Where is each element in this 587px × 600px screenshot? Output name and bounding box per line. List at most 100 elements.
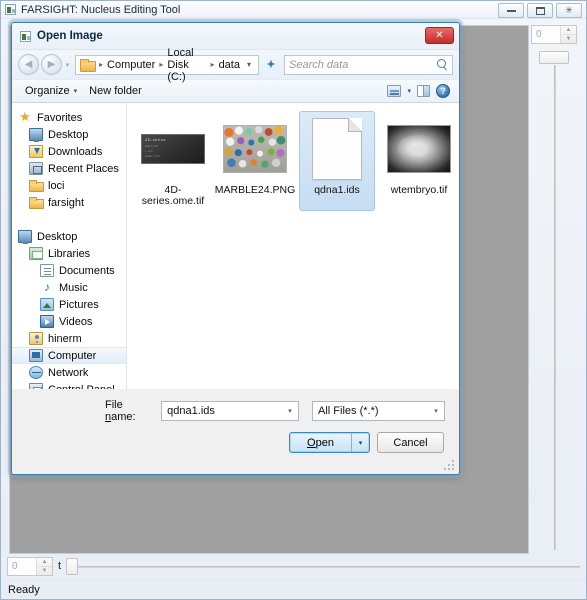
file-type-filter-value: All Files (*.*)	[318, 405, 379, 417]
dialog-icon	[20, 30, 31, 42]
monitor-icon	[18, 230, 32, 244]
file-name-label: MARBLE24.PNG	[214, 184, 296, 196]
search-box[interactable]: Search data	[284, 54, 453, 75]
z-slider-handle[interactable]	[539, 51, 569, 64]
breadcrumb-separator: ▸	[159, 60, 164, 69]
thumbnail-text-line3: + sqrt	[145, 148, 153, 153]
breadcrumb-item-local-disk[interactable]: Local Disk (C:)	[165, 47, 208, 83]
close-button[interactable]: ✳	[556, 3, 582, 18]
dark-series-thumbnail: 4D-series 100 x 187 + sqrt scale = 1/2	[141, 133, 205, 164]
sidebar-item-libraries[interactable]: Libraries	[12, 245, 126, 262]
sidebar-item-loci[interactable]: loci	[12, 177, 126, 194]
file-item-wtembryo[interactable]: wtembryo.tif	[381, 111, 457, 211]
sidebar-item-label: Favorites	[37, 111, 83, 124]
sidebar-item-music[interactable]: ♪ Music	[12, 279, 126, 296]
time-slider[interactable]	[66, 556, 580, 576]
sidebar-item-documents[interactable]: Documents	[12, 262, 126, 279]
filename-input[interactable]: qdna1.ids ▾	[161, 401, 300, 421]
document-icon	[40, 264, 54, 277]
library-icon	[29, 247, 43, 260]
time-spin-down-icon[interactable]: ▼	[37, 567, 52, 575]
time-spinbox-value: 0	[8, 557, 37, 575]
sidebar-item-desktop[interactable]: Desktop	[12, 126, 126, 143]
chevron-down-icon: ▾	[358, 439, 363, 447]
sidebar-item-label: hinerm	[48, 332, 82, 345]
sidebar-item-label: Recent Places	[48, 162, 119, 175]
grayscale-embryo-thumbnail	[387, 124, 451, 173]
sidebar-item-pictures[interactable]: Pictures	[12, 296, 126, 313]
sidebar-item-downloads[interactable]: Downloads	[12, 143, 126, 160]
navigation-sidebar[interactable]: ★ Favorites Desktop Downloads Recent Pla…	[12, 103, 127, 389]
cancel-label: Cancel	[393, 436, 428, 449]
cancel-button[interactable]: Cancel	[377, 432, 444, 453]
dialog-close-button[interactable]: ✕	[425, 27, 454, 44]
sidebar-item-favorites[interactable]: ★ Favorites	[12, 109, 126, 126]
breadcrumb-item-data[interactable]: data	[217, 59, 242, 71]
time-spinbox[interactable]: 0 ▲ ▼	[7, 556, 53, 576]
refresh-button[interactable]: ✦	[260, 55, 282, 75]
back-button[interactable]: ◀	[18, 54, 39, 75]
file-name-label: wtembryo.tif	[390, 184, 448, 196]
view-mode-chevron-down-icon[interactable]: ▾	[407, 87, 411, 95]
sidebar-item-farsight[interactable]: farsight	[12, 194, 126, 211]
sidebar-item-network[interactable]: Network	[12, 364, 126, 381]
file-thumbnail	[305, 116, 370, 181]
minimize-button[interactable]	[498, 3, 524, 18]
file-item-qdna1[interactable]: qdna1.ids	[299, 111, 375, 211]
folder-icon	[80, 58, 96, 72]
view-mode-icon[interactable]	[387, 85, 402, 97]
z-spinbox[interactable]: 0 ▲ ▼	[531, 25, 577, 44]
time-spin-up-icon[interactable]: ▲	[37, 558, 52, 567]
file-item-4d-series[interactable]: 4D-series 100 x 187 + sqrt scale = 1/2 4…	[135, 111, 211, 211]
help-icon[interactable]: ?	[436, 84, 450, 98]
sidebar-item-recent-places[interactable]: Recent Places	[12, 160, 126, 177]
file-list[interactable]: 4D-series 100 x 187 + sqrt scale = 1/2 4…	[127, 103, 459, 389]
file-thumbnail: 4D-series 100 x 187 + sqrt scale = 1/2	[141, 116, 206, 181]
application-titlebar: FARSIGHT: Nucleus Editing Tool ✳	[1, 1, 586, 19]
open-dropdown-button[interactable]: ▾	[351, 433, 369, 452]
z-spinbox-arrows[interactable]: ▲ ▼	[561, 26, 576, 43]
new-folder-button[interactable]: New folder	[83, 85, 148, 97]
forward-arrow-icon: ▶	[47, 58, 56, 70]
address-dropdown-icon[interactable]: ▾	[242, 60, 256, 69]
address-bar[interactable]: ▸ Computer ▸ Local Disk (C:) ▸ data ▾	[75, 47, 259, 83]
preview-pane-icon[interactable]	[417, 85, 430, 97]
sidebar-item-videos[interactable]: Videos	[12, 313, 126, 330]
z-slider[interactable]	[535, 51, 575, 550]
maximize-icon	[535, 6, 545, 15]
open-button[interactable]: Open	[290, 433, 351, 452]
sidebar-item-control-panel[interactable]: Control Panel	[12, 381, 126, 389]
toolbar-right-group: ▾ ?	[387, 84, 452, 98]
filename-label-post: ame:	[111, 411, 136, 423]
recent-pages-button[interactable]: ▾	[62, 61, 73, 69]
time-controls: 0 ▲ ▼ t	[7, 555, 580, 577]
sidebar-item-computer[interactable]: Computer	[12, 347, 126, 364]
close-icon: ✕	[435, 30, 444, 41]
time-spinbox-arrows[interactable]: ▲ ▼	[37, 557, 52, 575]
status-bar: Ready	[1, 579, 586, 599]
sidebar-item-desktop-root[interactable]: Desktop	[12, 228, 126, 245]
thumbnail-text-title: 4D-series	[145, 136, 166, 142]
search-input[interactable]: Search data	[289, 59, 437, 71]
network-icon	[29, 366, 43, 379]
maximize-button[interactable]	[527, 3, 553, 18]
forward-button[interactable]: ▶	[41, 54, 62, 75]
sidebar-item-hinerm[interactable]: hinerm	[12, 330, 126, 347]
z-spin-down-icon[interactable]: ▼	[561, 35, 576, 43]
z-spin-up-icon[interactable]: ▲	[561, 26, 576, 35]
chevron-down-icon[interactable]: ▾	[282, 407, 298, 415]
time-slider-track	[66, 566, 580, 568]
file-item-marble24[interactable]: MARBLE24.PNG	[214, 111, 296, 211]
sidebar-item-label: Desktop	[37, 230, 78, 243]
chevron-down-icon[interactable]: ▾	[428, 407, 444, 415]
open-split-button[interactable]: Open ▾	[289, 432, 370, 453]
resize-grip-icon[interactable]	[444, 460, 456, 472]
time-label: t	[58, 560, 62, 572]
folder-icon	[29, 179, 44, 192]
time-slider-handle[interactable]	[66, 558, 79, 575]
organize-button[interactable]: Organize ▾	[19, 85, 83, 97]
dialog-titlebar: Open Image ✕	[12, 23, 459, 50]
breadcrumb-item-computer[interactable]: Computer	[105, 59, 157, 71]
file-type-filter-select[interactable]: All Files (*.*) ▾	[312, 401, 445, 421]
